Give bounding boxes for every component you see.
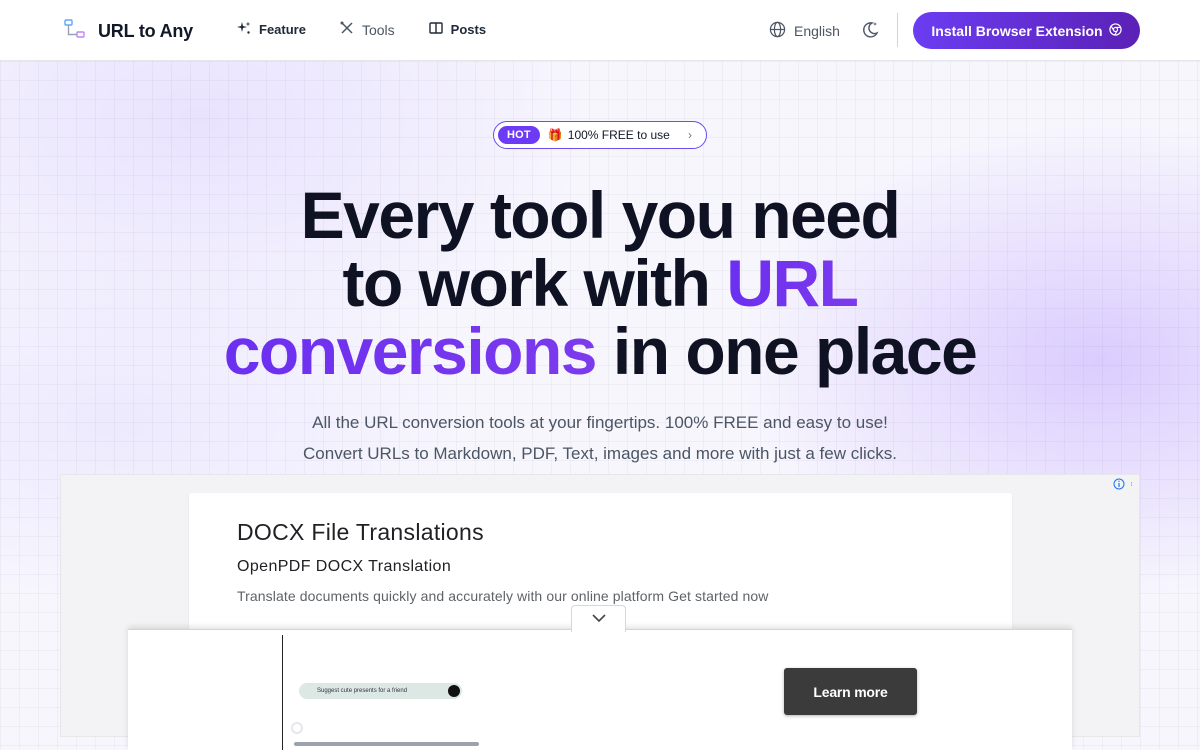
- logo[interactable]: URL to Any: [64, 18, 193, 45]
- headline-line-1: Every tool you need: [300, 178, 901, 252]
- learn-more-button[interactable]: Learn more: [784, 668, 917, 715]
- logo-icon: [64, 18, 86, 45]
- nav-feature-label: Feature: [259, 22, 306, 37]
- ad-subtitle: OpenPDF DOCX Translation: [237, 558, 452, 575]
- subtitle-line-2: Convert URLs to Markdown, PDF, Text, ima…: [303, 444, 897, 463]
- moon-icon: [860, 22, 880, 44]
- anchor-ad: Suggest cute presents for a friend Learn…: [128, 629, 1072, 750]
- main-nav: Feature Tools Posts: [237, 21, 486, 38]
- anchor-ad-progress-bar: [294, 742, 479, 746]
- nav-feature[interactable]: Feature: [237, 21, 306, 38]
- chevron-down-icon: [591, 610, 607, 628]
- more-vert-icon[interactable]: [1131, 477, 1135, 495]
- chevron-right-icon: ›: [688, 128, 692, 142]
- send-icon: [448, 685, 460, 697]
- site-header: URL to Any Feature Tools Posts English I…: [0, 0, 1200, 61]
- nav-tools[interactable]: Tools: [340, 21, 395, 38]
- tools-icon: [340, 21, 354, 38]
- ad-choices[interactable]: [1113, 477, 1135, 495]
- ad-title[interactable]: DOCX File Translations: [237, 519, 964, 546]
- hero-headline: Every tool you need to work with URL con…: [0, 181, 1200, 385]
- headline-line-2-plain: to work with: [342, 246, 727, 320]
- book-icon: [428, 21, 443, 38]
- info-icon[interactable]: [1113, 477, 1125, 495]
- nav-posts-label: Posts: [450, 22, 487, 37]
- headline-line-2-accent: URL: [726, 246, 859, 320]
- anchor-pill-text: Suggest cute presents for a friend: [317, 688, 408, 694]
- language-label: English: [794, 23, 840, 39]
- sparkles-icon: [237, 21, 251, 38]
- theme-toggle-button[interactable]: [860, 20, 880, 40]
- ad-description: Translate documents quickly and accurate…: [237, 588, 769, 604]
- loading-icon: [291, 722, 303, 734]
- hot-tag: HOT: [498, 126, 540, 144]
- anchor-ad-collapse-button[interactable]: [571, 605, 626, 632]
- headline-line-3-accent: conversions: [223, 314, 598, 388]
- promo-badge[interactable]: HOT 🎁 100% FREE to use ›: [493, 121, 707, 149]
- chrome-icon: [1108, 22, 1122, 39]
- anchor-ad-prompt-pill[interactable]: Suggest cute presents for a friend: [299, 683, 462, 699]
- install-extension-button[interactable]: Install Browser Extension: [913, 12, 1140, 49]
- headline-line-3-plain: in one place: [596, 314, 978, 388]
- subtitle-line-1: All the URL conversion tools at your fin…: [312, 413, 888, 432]
- badge-label: 100% FREE to use: [567, 128, 670, 142]
- header-divider: [897, 13, 898, 47]
- nav-posts[interactable]: Posts: [428, 21, 487, 38]
- install-button-label: Install Browser Extension: [931, 22, 1103, 39]
- globe-icon: [769, 21, 786, 41]
- language-selector[interactable]: English: [769, 21, 840, 41]
- anchor-ad-divider: [282, 635, 283, 750]
- logo-text: URL to Any: [98, 21, 193, 41]
- nav-tools-label: Tools: [361, 21, 395, 38]
- hero-subtitle: All the URL conversion tools at your fin…: [0, 407, 1200, 469]
- badge-text: 🎁 100% FREE to use: [548, 128, 670, 142]
- gift-icon: 🎁: [547, 128, 563, 142]
